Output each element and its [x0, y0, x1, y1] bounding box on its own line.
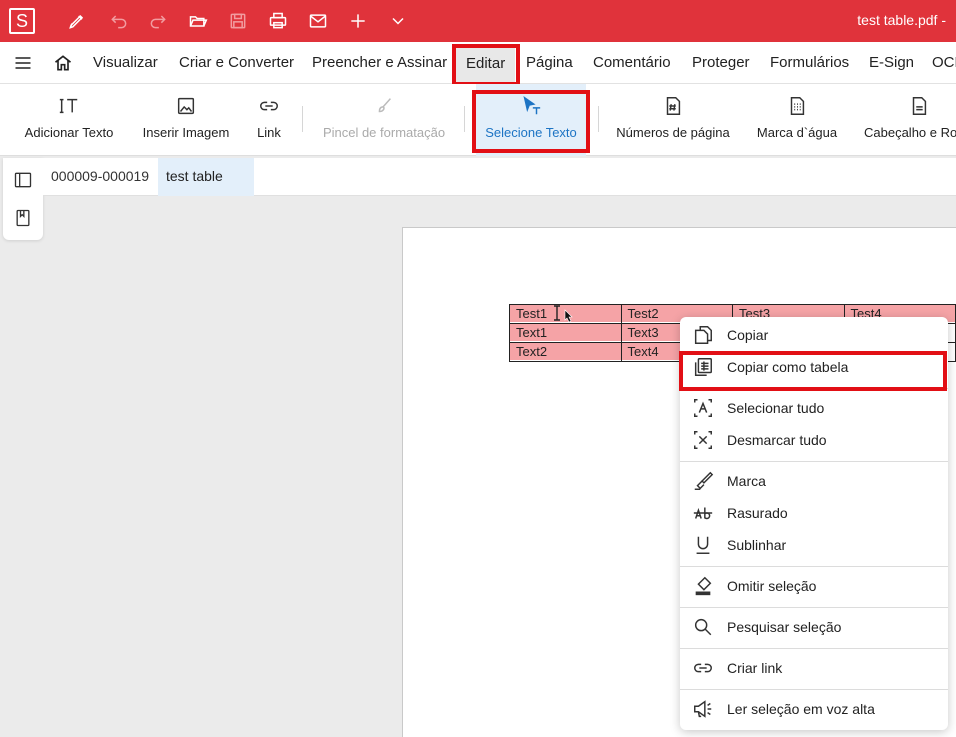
- redo-icon[interactable]: [147, 10, 169, 32]
- menu-pagina[interactable]: Página: [526, 42, 573, 84]
- ctx-redact-selection[interactable]: Omitir seleção: [680, 571, 948, 601]
- tab-000009-000019[interactable]: 000009-000019: [43, 158, 157, 196]
- menu-divider: [680, 689, 948, 690]
- folder-open-icon[interactable]: [187, 10, 209, 32]
- link-icon: [260, 101, 278, 111]
- highlighter-icon: [694, 471, 714, 490]
- highlight-box-select-text: [472, 90, 590, 153]
- link-icon: [694, 663, 712, 673]
- strikethrough-icon: [693, 507, 713, 520]
- pen-icon[interactable]: [66, 10, 88, 32]
- menu-visualizar[interactable]: Visualizar: [93, 42, 158, 84]
- side-panel-rail: [3, 158, 43, 240]
- link-button[interactable]: Link: [252, 84, 286, 156]
- ribbon-separator: [464, 106, 465, 132]
- document-title: test table.pdf -: [857, 12, 946, 28]
- underline-icon: [696, 536, 710, 554]
- page-numbers-button[interactable]: Números de página: [616, 84, 730, 156]
- text-cursor-icon: [554, 305, 560, 321]
- header-footer-icon: [912, 97, 927, 115]
- menu-ocr[interactable]: OCR: [932, 42, 956, 84]
- deselect-all-icon: [694, 431, 712, 449]
- menu-formularios[interactable]: Formulários: [770, 42, 849, 84]
- sidebar-toggle-icon[interactable]: [13, 170, 33, 190]
- ribbon-separator: [598, 106, 599, 132]
- undo-icon[interactable]: [108, 10, 130, 32]
- app-logo: S: [9, 8, 35, 34]
- text-add-icon: [59, 98, 78, 114]
- menu-esign[interactable]: E-Sign: [869, 42, 914, 84]
- hamburger-menu-icon[interactable]: [12, 52, 34, 74]
- mail-icon[interactable]: [307, 10, 329, 32]
- copy-icon: [694, 326, 712, 344]
- redact-icon: [695, 576, 712, 596]
- document-tabs: 000009-000019 test table: [43, 158, 956, 196]
- menu-divider: [680, 461, 948, 462]
- ctx-read-aloud[interactable]: Ler seleção em voz alta: [680, 694, 948, 724]
- add-text-button[interactable]: Adicionar Texto: [22, 84, 116, 156]
- image-icon: [177, 97, 195, 115]
- watermark-button[interactable]: Marca d`água: [755, 84, 839, 156]
- menu-criar-converter[interactable]: Criar e Converter: [179, 42, 294, 84]
- page-number-icon: [666, 97, 681, 115]
- brush-icon: [378, 98, 391, 113]
- ctx-search-selection[interactable]: Pesquisar seleção: [680, 612, 948, 642]
- ctx-strikethrough[interactable]: Rasurado: [680, 498, 948, 528]
- ctx-deselect-all[interactable]: Desmarcar tudo: [680, 425, 948, 455]
- menu-divider: [680, 648, 948, 649]
- table-cell[interactable]: Text1: [509, 323, 622, 343]
- insert-image-button[interactable]: Inserir Imagem: [140, 84, 232, 156]
- bookmark-icon[interactable]: [13, 208, 33, 228]
- table-cell[interactable]: Text2: [509, 342, 622, 362]
- menu-preencher-assinar[interactable]: Preencher e Assinar: [312, 42, 447, 84]
- watermark-icon: [790, 97, 805, 115]
- home-icon[interactable]: [52, 52, 74, 74]
- select-all-icon: [694, 399, 712, 417]
- format-painter-button[interactable]: Pincel de formatação: [320, 84, 448, 156]
- ctx-select-all[interactable]: Selecionar tudo: [680, 393, 948, 423]
- menu-divider: [680, 607, 948, 608]
- ctx-underline[interactable]: Sublinhar: [680, 530, 948, 560]
- ribbon-separator: [302, 106, 303, 132]
- highlight-box-copy-as-table: [679, 351, 947, 391]
- menu-proteger[interactable]: Proteger: [692, 42, 750, 84]
- chevron-down-icon[interactable]: [387, 10, 409, 32]
- title-bar: S test table.pdf -: [0, 0, 956, 42]
- header-footer-button[interactable]: Cabeçalho e Rodapé: [862, 84, 956, 156]
- speaker-icon: [694, 700, 712, 718]
- search-icon: [694, 618, 712, 636]
- ctx-copy[interactable]: Copiar: [680, 320, 948, 350]
- menu-comentario[interactable]: Comentário: [593, 42, 671, 84]
- ctx-highlight[interactable]: Marca: [680, 466, 948, 496]
- menu-divider: [680, 566, 948, 567]
- tab-test-table[interactable]: test table: [158, 158, 254, 196]
- ctx-create-link[interactable]: Criar link: [680, 653, 948, 683]
- print-icon[interactable]: [267, 10, 289, 32]
- plus-icon[interactable]: [347, 10, 369, 32]
- save-icon[interactable]: [227, 10, 249, 32]
- mouse-pointer-icon: [564, 309, 573, 323]
- highlight-box-editar: [452, 44, 520, 86]
